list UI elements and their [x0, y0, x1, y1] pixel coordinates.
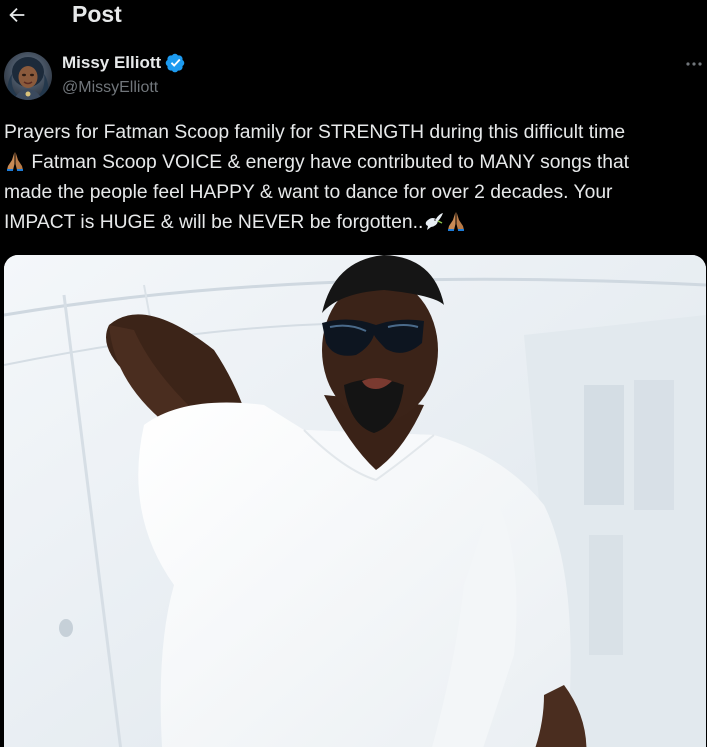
post-text-line: Prayers for Fatman Scoop family for STRE… [4, 118, 706, 148]
photo-illustration [4, 255, 706, 747]
author-name-row: Missy Elliott [62, 53, 185, 73]
page-title: Post [72, 1, 122, 27]
back-button[interactable] [4, 2, 30, 28]
post-text: Prayers for Fatman Scoop family for STRE… [4, 118, 706, 238]
post-text-line-2: Fatman Scoop VOICE & energy have contrib… [31, 152, 630, 173]
post-text-line-3: made the people feel HAPPY & want to dan… [4, 182, 613, 203]
avatar[interactable] [4, 52, 52, 100]
author-name[interactable]: Missy Elliott [62, 53, 161, 73]
verified-badge-icon [165, 53, 185, 73]
header: Post [0, 0, 707, 34]
more-options-button[interactable] [683, 54, 705, 74]
post-author: Missy Elliott @MissyElliott [0, 48, 707, 104]
more-horizontal-icon [686, 62, 702, 66]
praying-hands-icon [448, 212, 465, 231]
author-handle[interactable]: @MissyElliott [62, 79, 158, 97]
post-image[interactable] [4, 255, 706, 747]
praying-hands-icon [7, 152, 23, 171]
post-text-line-4: IMPACT is HUGE & will be NEVER be forgot… [4, 212, 424, 233]
arrow-left-icon [9, 7, 25, 23]
dove-icon [426, 213, 444, 230]
post-text-line: made the people feel HAPPY & want to dan… [4, 178, 706, 208]
post-text-line-1: Prayers for Fatman Scoop family for STRE… [4, 122, 626, 143]
post-text-line: Fatman Scoop VOICE & energy have contrib… [4, 148, 706, 178]
post-text-line: IMPACT is HUGE & will be NEVER be forgot… [4, 208, 706, 238]
post-page: Post Missy Elliott @MissyElliott Prayers… [0, 0, 707, 747]
